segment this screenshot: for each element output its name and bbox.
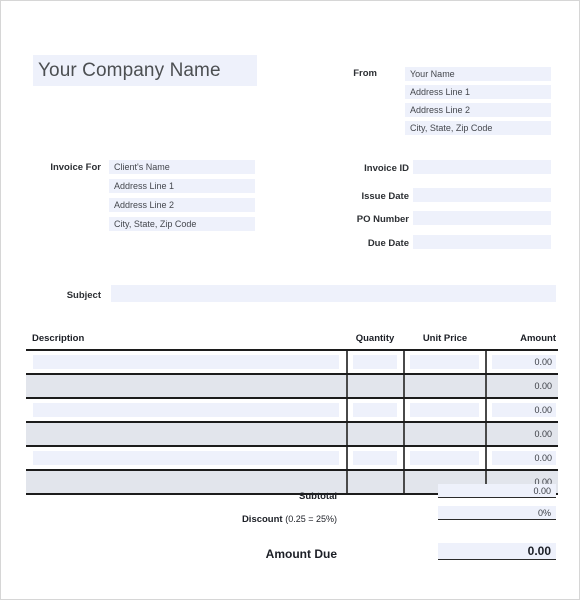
invoice-for-label: Invoice For <box>50 162 101 173</box>
due-date-input[interactable] <box>413 235 551 249</box>
issue-date-label: Issue Date <box>361 191 409 202</box>
column-divider <box>403 351 405 373</box>
column-divider <box>485 423 487 445</box>
column-divider <box>403 375 405 397</box>
table-row: 0.00 <box>26 351 558 375</box>
subtotal-value: 0.00 <box>438 484 556 498</box>
amount-due-label: Amount Due <box>265 547 337 561</box>
from-line-1[interactable]: Your Name <box>405 67 551 81</box>
table-row: 0.00 <box>26 399 558 423</box>
invoice-for-line-3[interactable]: Address Line 2 <box>109 198 255 212</box>
due-date-label: Due Date <box>367 238 409 249</box>
column-divider <box>485 399 487 421</box>
row-unit-price-input[interactable] <box>410 427 479 441</box>
row-quantity-input[interactable] <box>353 451 397 465</box>
row-description-input[interactable] <box>33 379 339 393</box>
invoice-id-label: Invoice ID <box>364 163 409 174</box>
invoice-for-line-1[interactable]: Client's Name <box>109 160 255 174</box>
column-header-unit-price: Unit Price <box>422 333 468 344</box>
row-quantity-input[interactable] <box>353 379 397 393</box>
subject-input[interactable] <box>111 285 556 302</box>
row-amount-value: 0.00 <box>492 451 556 465</box>
column-divider <box>346 471 348 493</box>
items-table: Description Quantity Unit Price Amount 0… <box>26 329 558 495</box>
table-row: 0.00 <box>26 447 558 471</box>
row-amount-value: 0.00 <box>492 427 556 441</box>
row-amount-value: 0.00 <box>492 403 556 417</box>
column-divider <box>485 351 487 373</box>
row-description-input[interactable] <box>33 427 339 441</box>
from-line-4[interactable]: City, State, Zip Code <box>405 121 551 135</box>
column-divider <box>346 423 348 445</box>
column-divider <box>346 447 348 469</box>
column-header-amount: Amount <box>520 333 556 344</box>
row-unit-price-input[interactable] <box>410 355 479 369</box>
po-number-label: PO Number <box>356 214 409 225</box>
amount-due-value: 0.00 <box>438 543 556 560</box>
column-divider <box>403 423 405 445</box>
column-divider <box>403 447 405 469</box>
discount-note: (0.25 = 25%) <box>285 514 337 524</box>
invoice-page: Your Company Name From Your Name Address… <box>0 0 580 600</box>
row-description-input[interactable] <box>33 475 339 489</box>
row-quantity-input[interactable] <box>353 403 397 417</box>
issue-date-input[interactable] <box>413 188 551 202</box>
subtotal-label: Subtotal <box>299 491 337 502</box>
row-unit-price-input[interactable] <box>410 451 479 465</box>
invoice-for-line-2[interactable]: Address Line 1 <box>109 179 255 193</box>
row-quantity-input[interactable] <box>353 427 397 441</box>
table-header-row: Description Quantity Unit Price Amount <box>26 329 558 351</box>
column-divider <box>403 471 405 493</box>
table-row: 0.00 <box>26 375 558 399</box>
invoice-id-input[interactable] <box>413 160 551 174</box>
column-divider <box>403 399 405 421</box>
from-line-3[interactable]: Address Line 2 <box>405 103 551 117</box>
discount-label: Discount (0.25 = 25%) <box>181 512 337 527</box>
column-divider <box>346 351 348 373</box>
invoice-for-line-4[interactable]: City, State, Zip Code <box>109 217 255 231</box>
row-amount-value: 0.00 <box>492 355 556 369</box>
subject-label: Subject <box>66 290 101 301</box>
from-label: From <box>353 68 377 79</box>
row-amount-value: 0.00 <box>492 379 556 393</box>
column-header-description: Description <box>32 333 85 344</box>
row-description-input[interactable] <box>33 403 339 417</box>
column-divider <box>346 375 348 397</box>
company-name-field[interactable]: Your Company Name <box>33 55 257 86</box>
column-divider <box>346 399 348 421</box>
row-description-input[interactable] <box>33 355 339 369</box>
row-quantity-input[interactable] <box>353 475 397 489</box>
row-unit-price-input[interactable] <box>410 379 479 393</box>
discount-label-text: Discount <box>241 514 283 525</box>
from-line-2[interactable]: Address Line 1 <box>405 85 551 99</box>
column-divider <box>485 375 487 397</box>
row-quantity-input[interactable] <box>353 355 397 369</box>
column-divider <box>485 447 487 469</box>
row-unit-price-input[interactable] <box>410 403 479 417</box>
row-description-input[interactable] <box>33 451 339 465</box>
po-number-input[interactable] <box>413 211 551 225</box>
discount-value[interactable]: 0% <box>438 506 556 520</box>
column-header-quantity: Quantity <box>355 333 395 344</box>
table-row: 0.00 <box>26 423 558 447</box>
